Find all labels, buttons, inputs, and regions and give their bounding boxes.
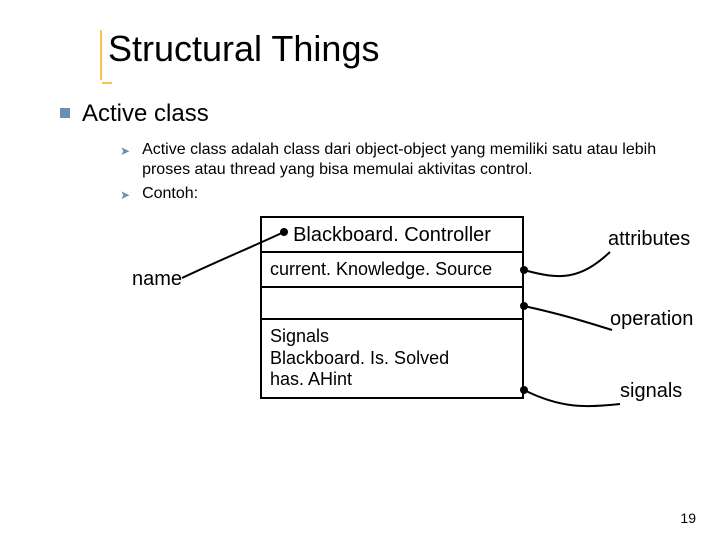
uml-signal: has. AHint [270,369,514,391]
page-number: 19 [680,510,696,526]
uml-operation-compartment [262,286,522,318]
label-attributes: attributes [608,228,690,251]
bullet-text: Active class adalah class dari object-ob… [142,140,700,180]
bullet-level2: ➤ Active class adalah class dari object-… [120,140,700,180]
square-bullet-icon [60,108,70,118]
bullet-level1: Active class [60,100,660,128]
chevron-icon: ➤ [120,144,130,158]
uml-attribute: current. Knowledge. Source [262,251,522,286]
slide: Structural Things Active class ➤ Active … [0,0,720,540]
label-operation: operation [610,308,693,331]
bullet-level2: ➤ Contoh: [120,184,680,204]
slide-title: Structural Things [108,28,379,70]
bullet-text: Active class [82,100,209,128]
uml-signals-compartment: Signals Blackboard. Is. Solved has. AHin… [262,318,522,397]
uml-class: Blackboard. Controller current. Knowledg… [260,216,524,399]
chevron-icon: ➤ [120,188,130,202]
bullet-text: Contoh: [142,184,198,204]
decorative-rule [100,30,102,80]
uml-signals-header: Signals [270,326,514,348]
uml-class-name: Blackboard. Controller [262,218,522,251]
uml-signal: Blackboard. Is. Solved [270,348,514,370]
label-signals: signals [620,380,682,403]
decorative-rule [102,82,112,84]
label-name: name [132,268,182,291]
